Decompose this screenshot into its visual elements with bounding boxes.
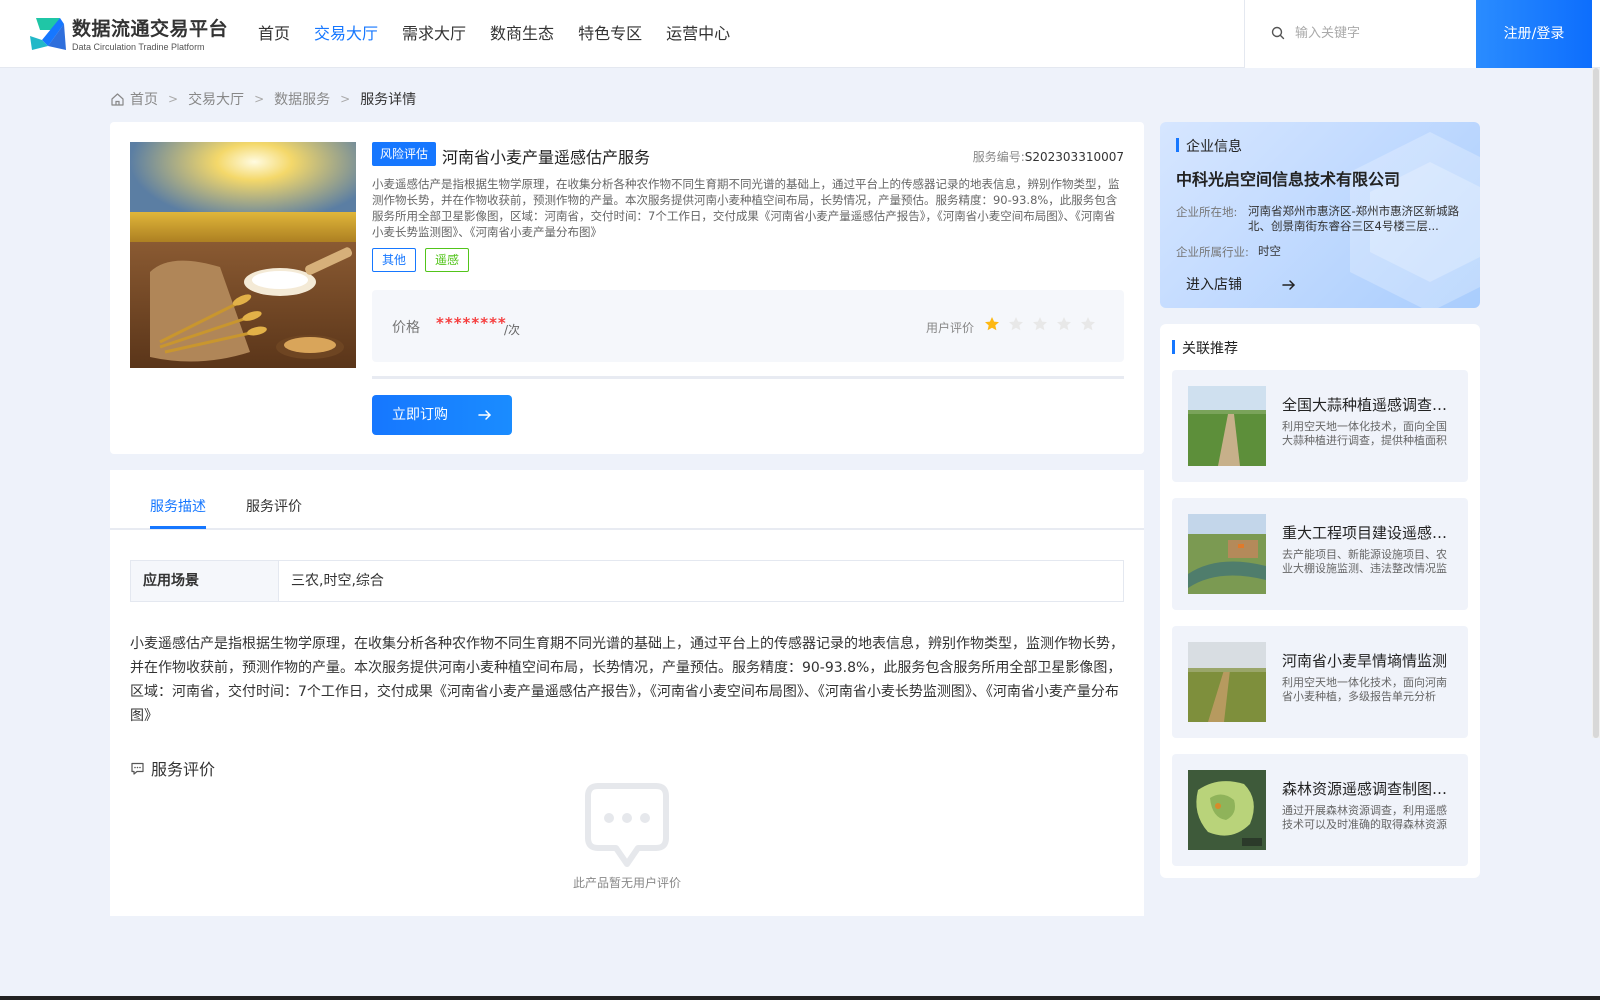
star-icon[interactable] <box>984 316 1000 332</box>
platform-logo[interactable]: 数据流通交易平台 Data Circulation Tradine Platfo… <box>28 12 238 56</box>
price-value: ******** <box>436 314 507 332</box>
empty-review-text: 此产品暂无用户评价 <box>572 876 681 890</box>
order-now-button[interactable]: 立即订购 <box>372 395 512 435</box>
tag-remote-sensing: 遥感 <box>425 248 470 272</box>
divider <box>372 376 1124 379</box>
recommend-item[interactable]: 河南省小麦旱情墒情监测 利用空天地一体化技术，面向河南省小麦种植，多级报告单元分… <box>1172 626 1468 738</box>
detail-card: 服务描述 服务评价 应用场景 三农,时空,综合 小麦遥感估产是指根据生物学原理，… <box>110 470 1144 916</box>
tag-other: 其他 <box>372 248 417 272</box>
star-icon[interactable] <box>1080 316 1096 332</box>
breadcrumb-home[interactable]: 首页 <box>130 89 158 109</box>
recommend-thumbnail <box>1188 770 1266 850</box>
company-section-title: 企业信息 <box>1176 136 1242 156</box>
breadcrumb-trading-hall[interactable]: 交易大厅 <box>188 89 244 109</box>
nav-item-special-zone[interactable]: 特色专区 <box>578 0 642 68</box>
rating-stars <box>984 316 1104 332</box>
home-icon <box>111 92 124 106</box>
arrow-right-icon <box>1282 280 1295 290</box>
bottom-edge <box>0 996 1600 1000</box>
company-industry: 时空 <box>1258 244 1281 258</box>
company-name: 中科光启空间信息技术有限公司 <box>1176 170 1401 189</box>
main-nav: 首页 交易大厅 需求大厅 数商生态 特色专区 运营中心 <box>258 0 754 68</box>
product-tags: 其他 遥感 <box>372 248 478 272</box>
service-number-label: 服务编号: <box>972 150 1025 164</box>
star-icon[interactable] <box>1008 316 1024 332</box>
recommend-card: 关联推荐 全国大蒜种植遥感调查服务 利用空天地一体化技术，面向全国大蒜种植进行调… <box>1160 324 1480 878</box>
rating-label: 用户评价 <box>926 321 975 335</box>
comment-icon <box>131 762 144 775</box>
empty-comment-icon <box>585 783 669 867</box>
tab-service-description[interactable]: 服务描述 <box>150 496 206 516</box>
product-card: 风险评估 河南省小麦产量遥感估产服务 服务编号:S202303310007 小麦… <box>110 122 1144 454</box>
service-number-value: S202303310007 <box>1024 150 1124 164</box>
product-image <box>130 142 356 368</box>
price-label: 价格 <box>392 320 420 336</box>
recommend-title: 森林资源遥感调查制图服务 <box>1282 780 1452 798</box>
enter-shop-label: 进入店铺 <box>1186 277 1242 293</box>
recommend-item[interactable]: 全国大蒜种植遥感调查服务 利用空天地一体化技术，面向全国大蒜种植进行调查，提供种… <box>1172 370 1468 482</box>
register-login-button[interactable]: 注册/登录 <box>1476 0 1592 68</box>
search-box <box>1244 0 1476 68</box>
tab-active-indicator <box>150 526 206 529</box>
nav-item-home[interactable]: 首页 <box>258 0 290 68</box>
review-heading-label: 服务评价 <box>151 760 216 779</box>
company-location: 河南省郑州市惠济区-郑州市惠济区新城路北、创景南街东睿谷三区4号楼三层... <box>1248 204 1460 233</box>
scene-value: 三农,时空,综合 <box>291 573 384 589</box>
scene-label: 应用场景 <box>131 561 279 601</box>
detail-tabs: 服务描述 服务评价 <box>110 470 1144 530</box>
search-icon[interactable] <box>1271 26 1285 40</box>
breadcrumb-data-service[interactable]: 数据服务 <box>274 89 330 109</box>
recommend-thumbnail <box>1188 386 1266 466</box>
chevron-right-icon: > <box>254 92 265 106</box>
product-description: 小麦遥感估产是指根据生物学原理，在收集分析各种农作物不同生育期不同光谱的基础上，… <box>372 177 1120 239</box>
chevron-right-icon: > <box>340 92 351 106</box>
chevron-right-icon: > <box>168 92 179 106</box>
order-now-label: 立即订购 <box>392 407 448 423</box>
star-icon[interactable] <box>1056 316 1072 332</box>
enter-shop-link[interactable]: 进入店铺 <box>1186 274 1295 294</box>
recommend-description: 通过开展森林资源调查，利用遥感技术可以及时准确的取得森林资源信息 <box>1282 804 1447 831</box>
nav-item-ecosystem[interactable]: 数商生态 <box>490 0 554 68</box>
recommend-description: 利用空天地一体化技术，面向全国大蒜种植进行调查，提供种植面积分布数据 <box>1282 420 1447 447</box>
nav-item-demand-hall[interactable]: 需求大厅 <box>402 0 466 68</box>
company-location-label: 企业所在地: <box>1176 205 1238 219</box>
nav-item-trading-hall[interactable]: 交易大厅 <box>314 0 378 68</box>
recommend-description: 去产能项目、新能源设施项目、农业大棚设施监测、违法整改情况监测等 <box>1282 548 1447 575</box>
recommend-item[interactable]: 森林资源遥感调查制图服务 通过开展森林资源调查，利用遥感技术可以及时准确的取得森… <box>1172 754 1468 866</box>
company-industry-label: 企业所属行业: <box>1176 245 1249 259</box>
arrow-right-icon <box>478 410 491 420</box>
recommend-title: 重大工程项目建设遥感监测 <box>1282 524 1452 542</box>
star-icon[interactable] <box>1032 316 1048 332</box>
logo-mark-icon <box>30 18 66 50</box>
service-description-text: 小麦遥感估产是指根据生物学原理，在收集分析各种农作物不同生育期不同光谱的基础上，… <box>130 636 1124 724</box>
logo-title: 数据流通交易平台 <box>72 18 229 40</box>
recommend-section-title: 关联推荐 <box>1172 338 1238 358</box>
recommend-description: 利用空天地一体化技术，面向河南省小麦种植，多级报告单元分析 <box>1282 676 1447 703</box>
scrollbar-thumb[interactable] <box>1593 68 1599 738</box>
product-title: 河南省小麦产量遥感估产服务 <box>442 148 651 167</box>
price-unit: /次 <box>504 323 521 337</box>
recommend-title: 河南省小麦旱情墒情监测 <box>1282 652 1448 670</box>
recommend-title: 全国大蒜种植遥感调查服务 <box>1282 396 1452 414</box>
scene-table: 应用场景 三农,时空,综合 <box>130 560 1124 602</box>
service-number: 服务编号:S202303310007 <box>973 148 1124 165</box>
nav-item-operation-center[interactable]: 运营中心 <box>666 0 730 68</box>
recommend-thumbnail <box>1188 514 1266 594</box>
company-info-card: 企业信息 中科光启空间信息技术有限公司 企业所在地: 河南省郑州市惠济区-郑州市… <box>1160 122 1480 308</box>
recommend-item[interactable]: 重大工程项目建设遥感监测 去产能项目、新能源设施项目、农业大棚设施监测、违法整改… <box>1172 498 1468 610</box>
top-header: 数据流通交易平台 Data Circulation Tradine Platfo… <box>0 0 1600 68</box>
logo-subtitle: Data Circulation Tradine Platform <box>72 42 205 52</box>
recommend-thumbnail <box>1188 642 1266 722</box>
breadcrumb-current: 服务详情 <box>360 92 417 108</box>
page-scrollbar[interactable] <box>1592 68 1600 738</box>
search-input[interactable] <box>1295 22 1465 44</box>
review-heading: 服务评价 <box>130 756 215 780</box>
tab-service-review[interactable]: 服务评价 <box>246 496 302 516</box>
breadcrumb: 首页 > 交易大厅 > 数据服务 > 服务详情 <box>110 88 416 110</box>
category-tag: 风险评估 <box>372 142 437 166</box>
price-box: 价格 ******** /次 用户评价 <box>372 290 1124 362</box>
